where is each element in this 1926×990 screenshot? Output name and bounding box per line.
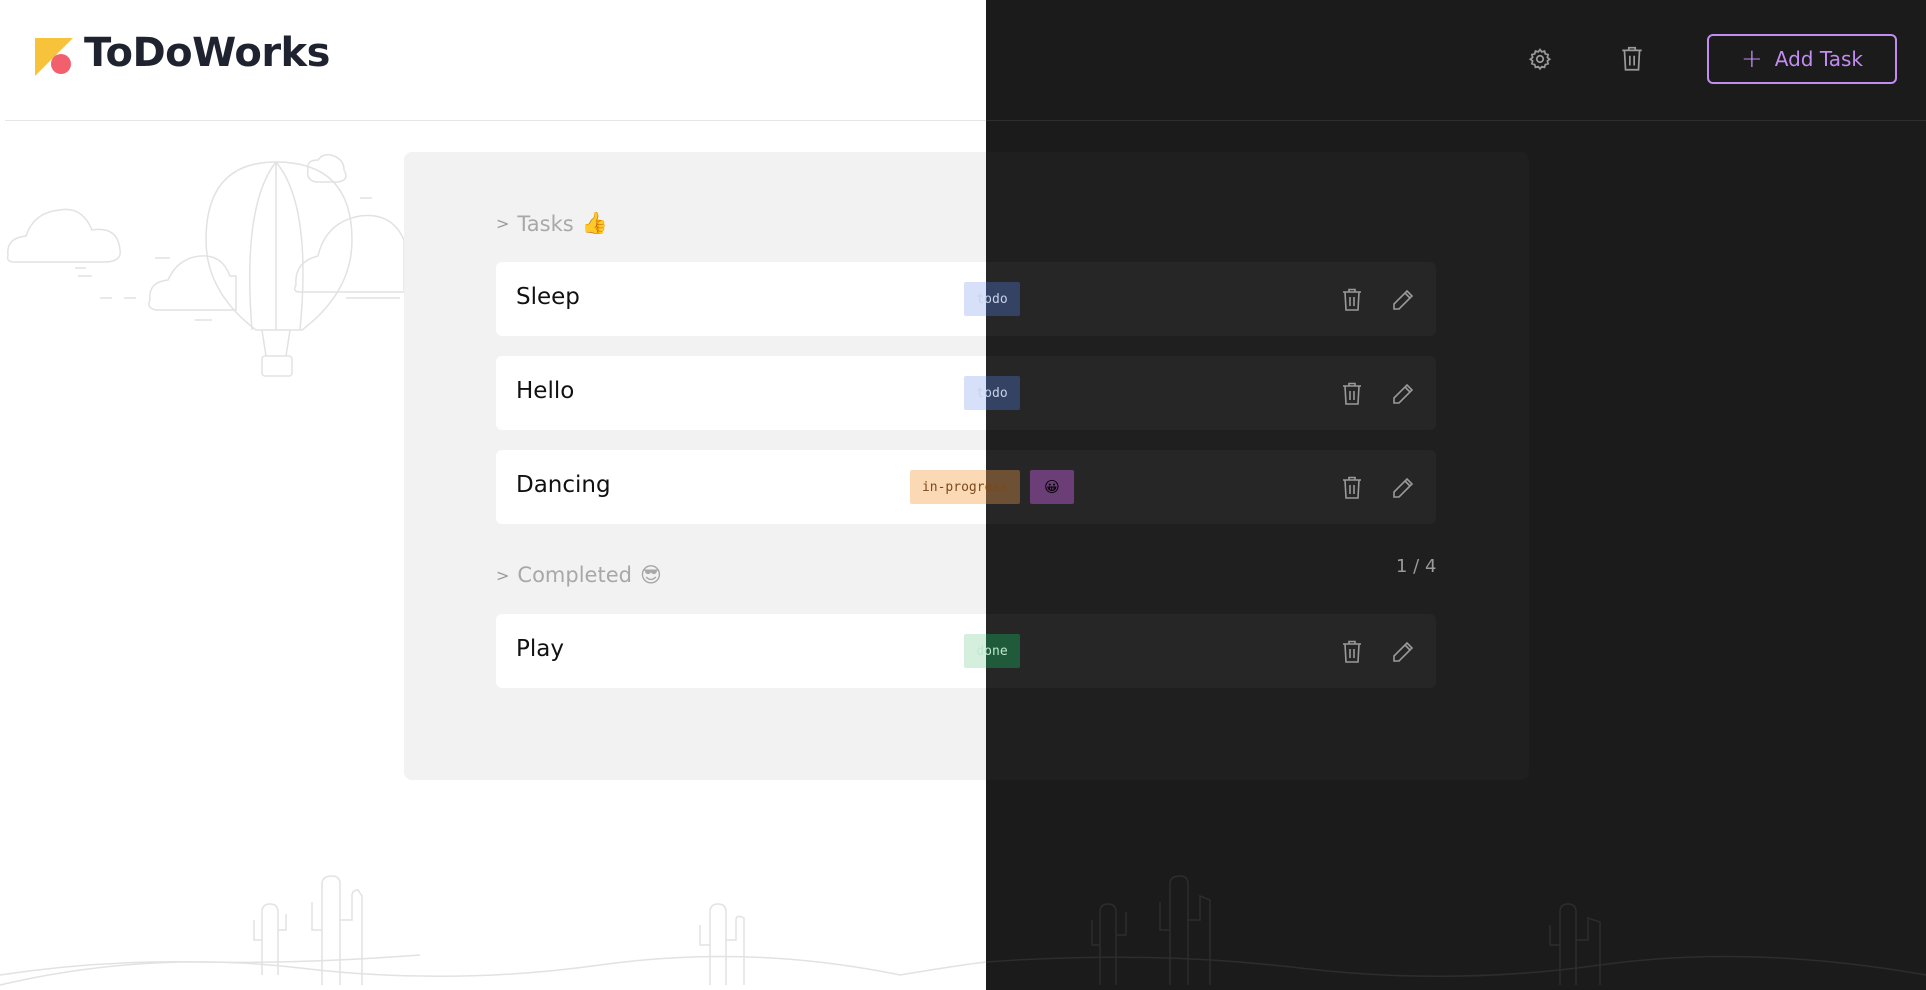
delete-task-button[interactable] <box>1332 468 1372 508</box>
delete-task-button[interactable] <box>1332 374 1372 414</box>
task-name: Sleep <box>516 284 580 310</box>
emoji-badge[interactable]: 😀 <box>1030 470 1074 504</box>
task-name: Dancing <box>516 472 611 498</box>
delete-task-button[interactable] <box>1332 632 1372 672</box>
tasks-section-header[interactable]: > Tasks 👍 <box>496 211 608 236</box>
header-divider <box>5 120 986 121</box>
gear-icon <box>1528 48 1552 71</box>
chevron-right-icon: > <box>496 214 510 233</box>
completed-section-header[interactable]: > Completed 😎 <box>496 563 662 587</box>
task-row[interactable]: Sleep todo <box>496 262 1436 336</box>
pagination-indicator: 1 / 4 <box>1396 556 1437 577</box>
status-badge[interactable]: done <box>964 634 1020 668</box>
sunglasses-emoji: 😎 <box>639 563 662 587</box>
app-title: ToDoWorks <box>84 30 330 76</box>
status-badge[interactable]: todo <box>964 282 1020 316</box>
app-header: ToDoWorks + Add Task <box>0 0 1926 121</box>
task-row[interactable]: Dancing in-progress 😀 <box>496 450 1436 524</box>
trash-icon <box>1343 476 1361 499</box>
trash-icon <box>1343 640 1361 663</box>
status-badge[interactable]: in-progress <box>910 470 1020 504</box>
edit-task-button[interactable] <box>1383 280 1423 320</box>
chevron-right-icon: > <box>496 565 510 585</box>
completed-task-row[interactable]: Play done <box>496 614 1436 688</box>
task-row[interactable]: Hello todo <box>496 356 1436 430</box>
settings-button[interactable] <box>1520 39 1560 79</box>
edit-task-button[interactable] <box>1383 468 1423 508</box>
trash-icon <box>1343 288 1361 311</box>
delete-all-button[interactable] <box>1612 39 1652 79</box>
edit-task-button[interactable] <box>1383 632 1423 672</box>
logo-icon <box>35 38 73 76</box>
task-name: Play <box>516 636 564 662</box>
add-task-label: Add Task <box>1774 47 1864 71</box>
pencil-icon <box>1393 641 1414 662</box>
trash-icon <box>1343 382 1361 405</box>
delete-task-button[interactable] <box>1332 280 1372 320</box>
pencil-icon <box>1393 477 1414 498</box>
pencil-icon <box>1393 289 1414 310</box>
add-task-button[interactable]: + Add Task <box>1707 34 1897 84</box>
header-divider-dark <box>986 120 1926 121</box>
plus-icon: + <box>1740 44 1763 74</box>
trash-icon <box>1622 46 1642 71</box>
thumbs-up-emoji: 👍 <box>581 211 608 235</box>
pencil-icon <box>1393 383 1414 404</box>
tasks-section-title: Tasks <box>517 211 574 236</box>
status-badge[interactable]: todo <box>964 376 1020 410</box>
completed-section-title: Completed <box>517 563 632 587</box>
edit-task-button[interactable] <box>1383 374 1423 414</box>
task-name: Hello <box>516 378 575 404</box>
